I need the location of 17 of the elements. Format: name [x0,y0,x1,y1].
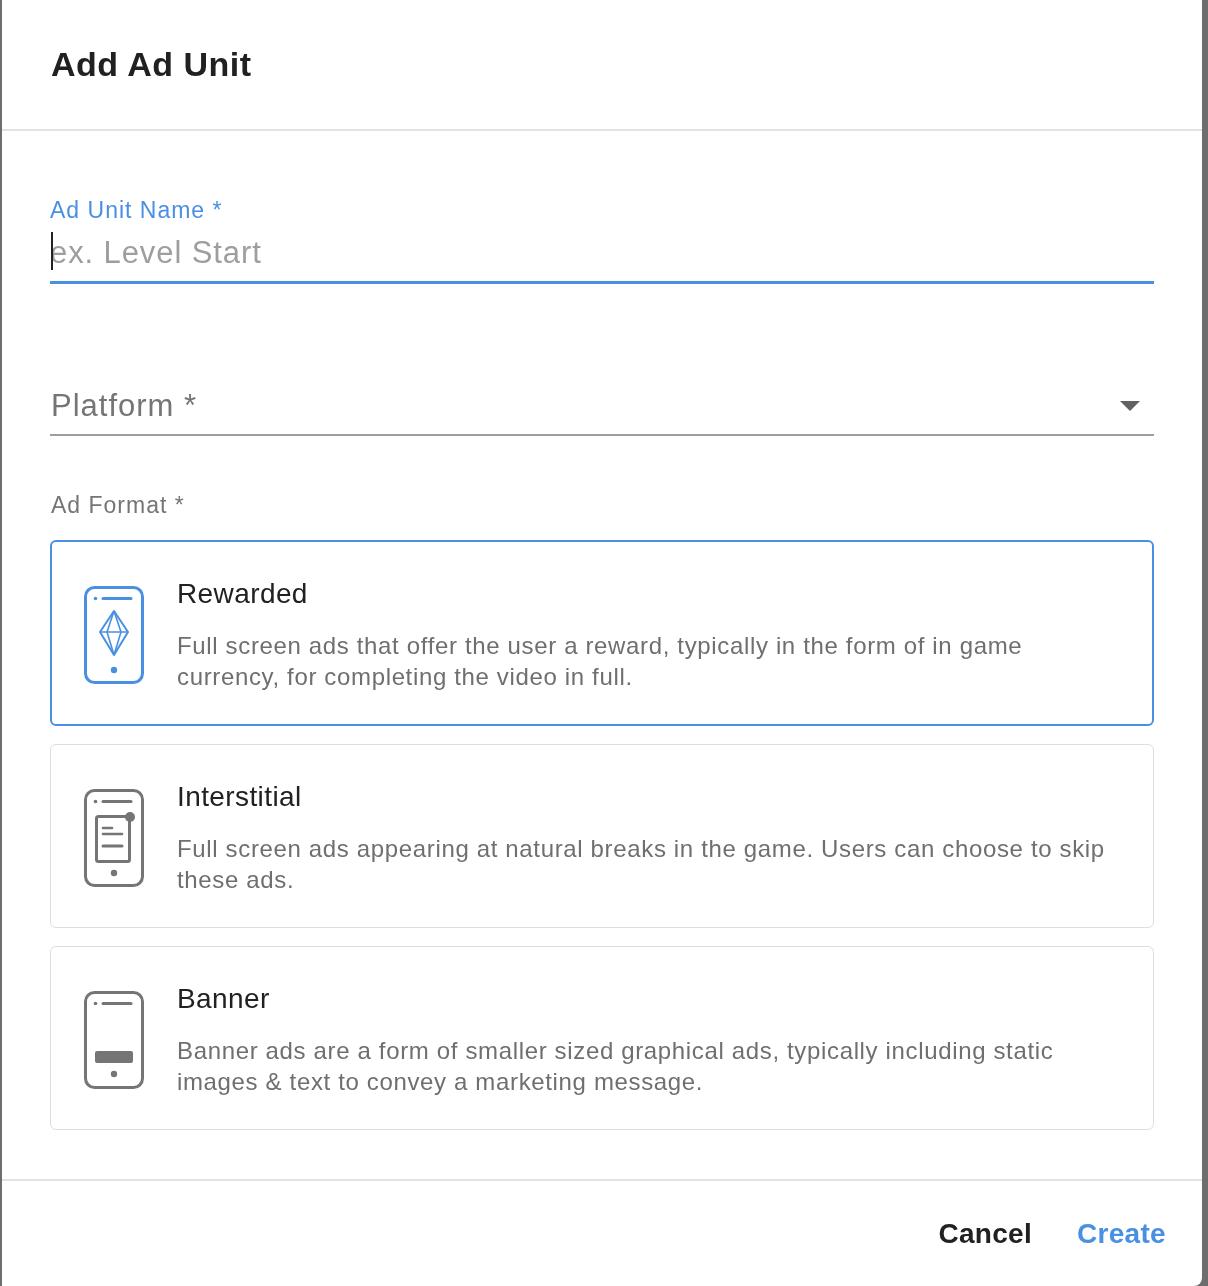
phone-document-icon [84,789,144,887]
ad-format-option[interactable]: Banner Banner ads are a form of smaller sized graphical ads, typically including static images & text to convey a marketing message. [50,946,1154,1130]
option-title: Interstitial [177,781,303,813]
option-description: Full screen ads that offer the user a reward, typically in the form of in game currency, for completing the video in full. [177,631,1024,692]
phone-banner-icon [84,991,144,1089]
dropdown-caret-icon [1120,401,1140,411]
section-label: Ad Format * [50,492,186,518]
dialog-title: Add Ad Unit [51,45,252,84]
platform-dropdown[interactable]: Platform * [50,382,1154,436]
option-title: Rewarded [177,578,309,610]
cancel-button[interactable]: Cancel [930,1209,1041,1258]
option-description: Banner ads are a form of smaller sized graphical ads, typically including static images & text to convey a marketing message. [177,1036,1055,1097]
option-description: Full screen ads appearing at natural breaks in the game. Users can choose to skip these ads. [177,834,1106,895]
ad-format-option[interactable]: Interstitial Full screen ads appearing at natural breaks in the game. Users can choose to skip these ads. [50,744,1154,928]
option-title: Banner [177,983,271,1015]
text-cursor-icon [51,232,53,270]
ad-format-option[interactable]: Rewarded Full screen ads that offer the user a reward, typically in the form of in game currency, for completing the video in full. [50,540,1154,726]
